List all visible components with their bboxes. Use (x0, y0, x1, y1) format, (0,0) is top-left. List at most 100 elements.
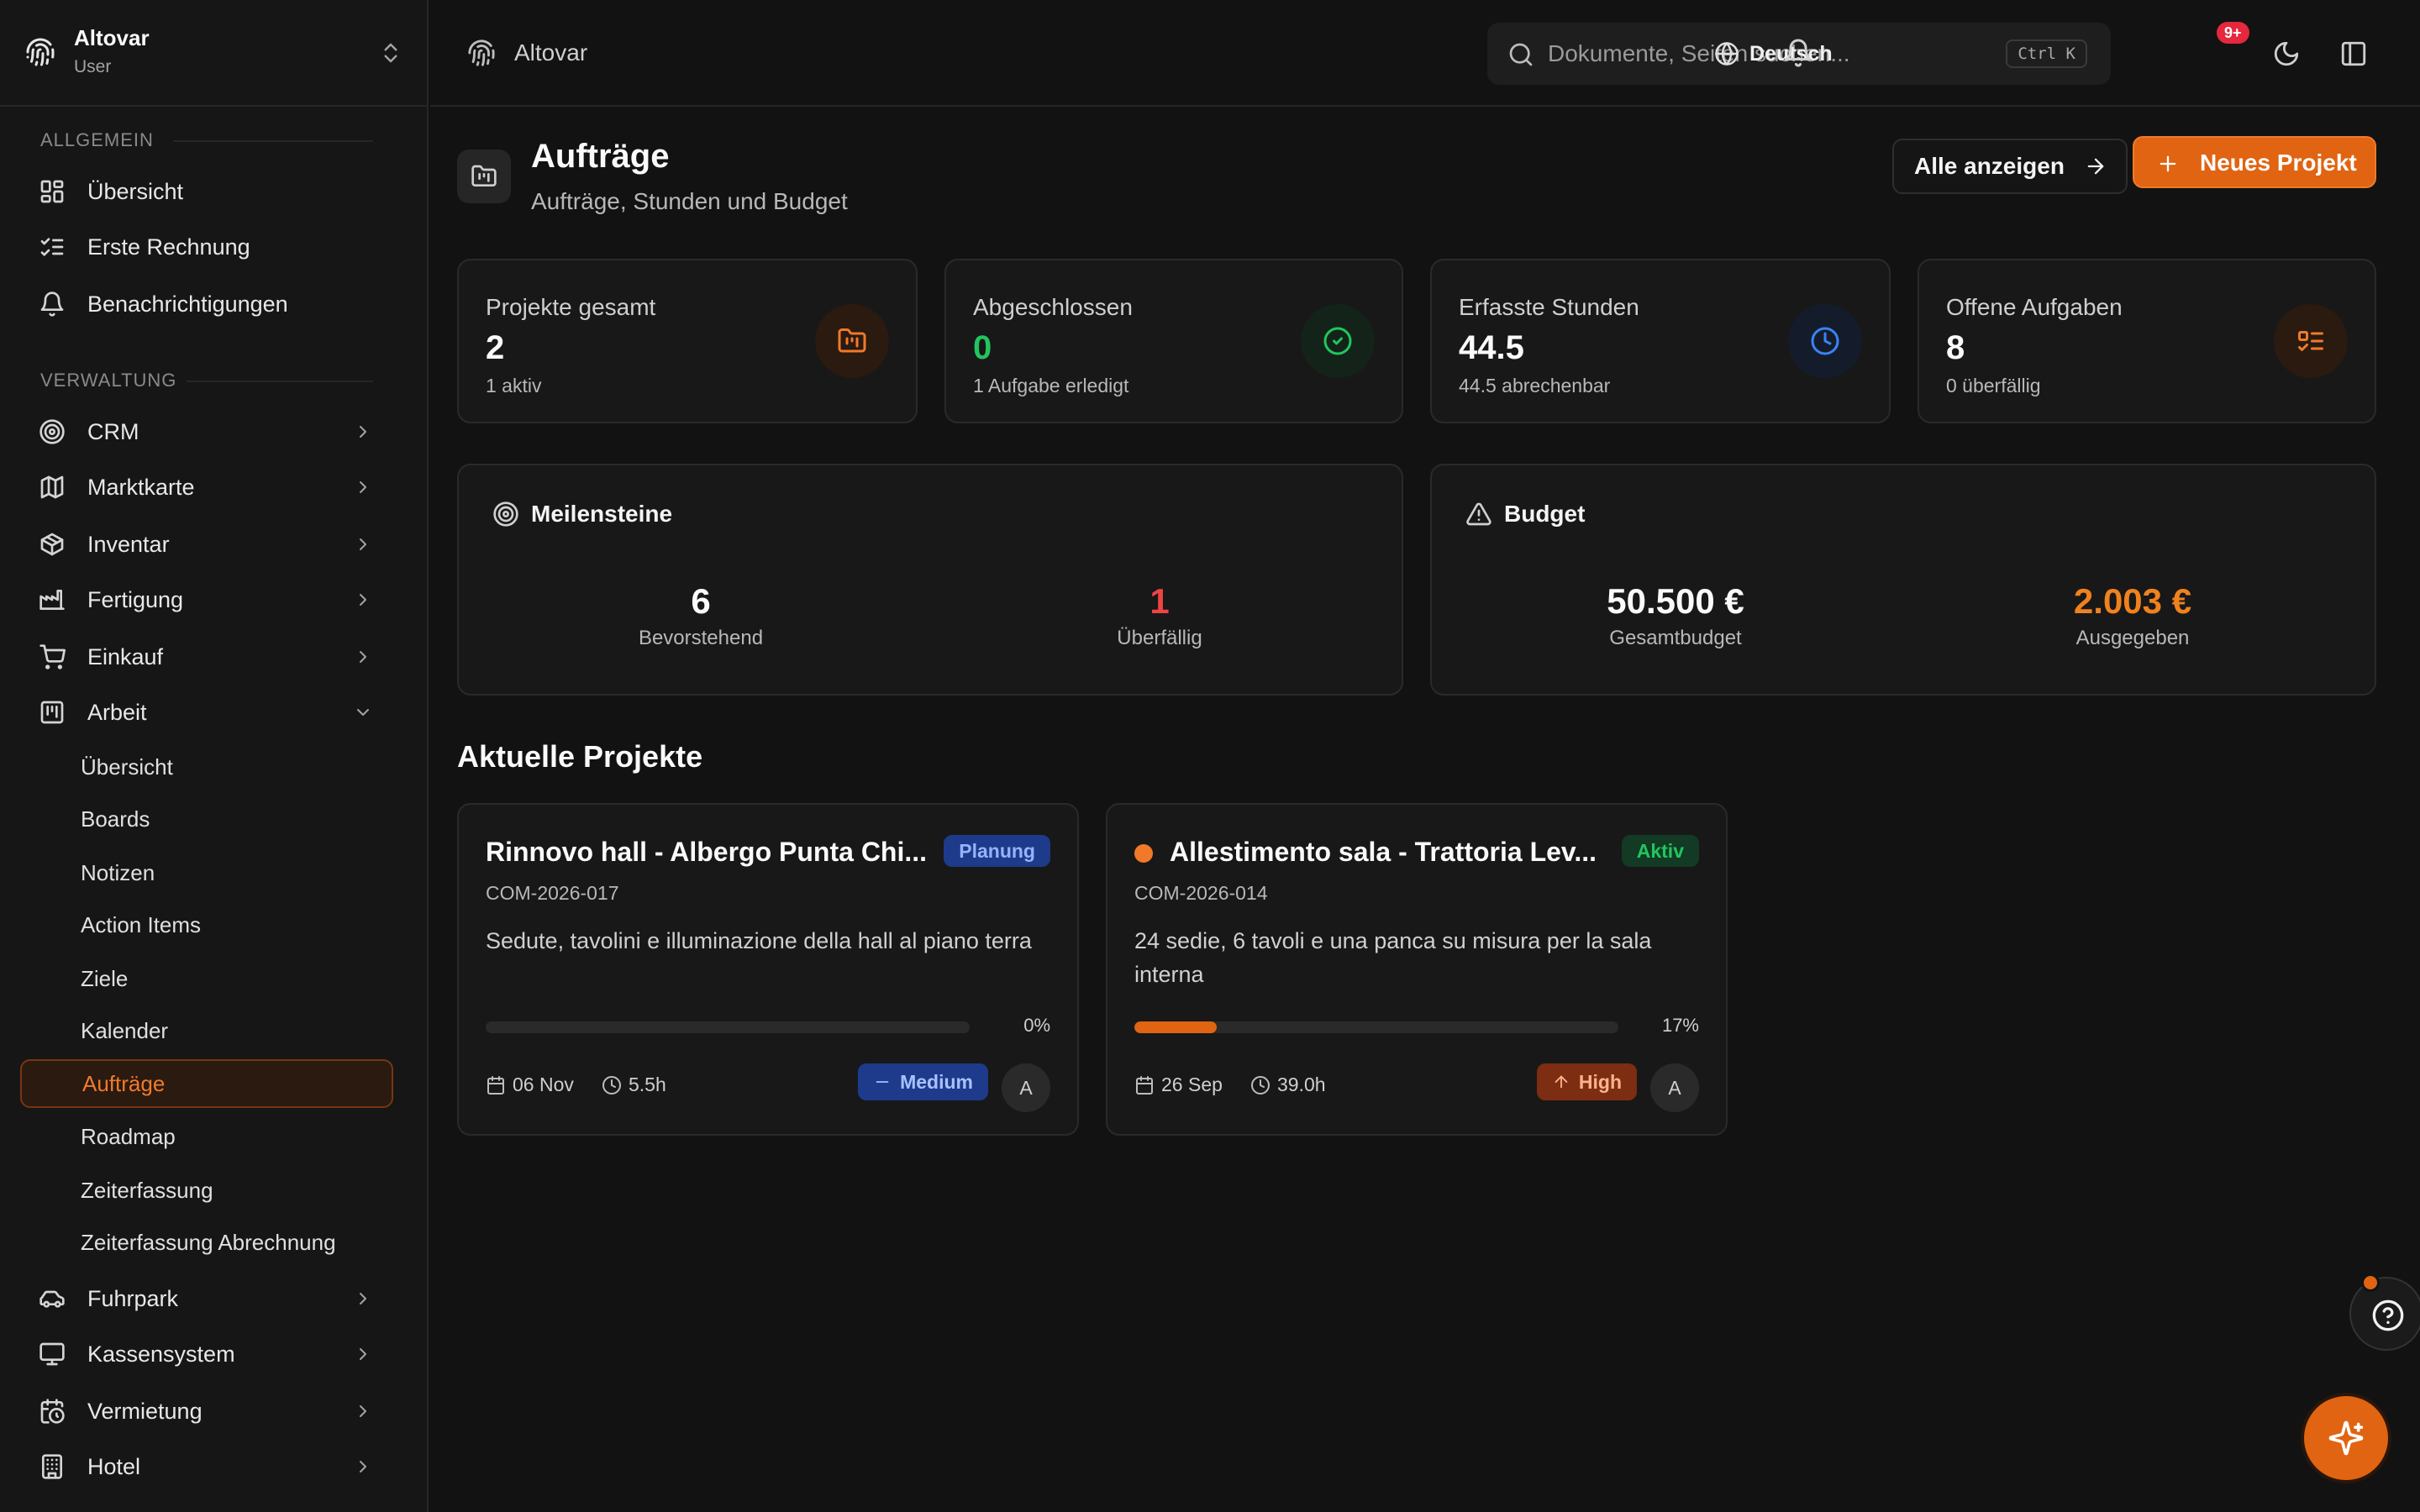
sidebar-subitem-overview[interactable]: Übersicht (20, 743, 393, 791)
arrow-up-icon (1555, 1075, 1568, 1089)
project-code: COM-2026-014 (1134, 882, 1268, 904)
new-project-button[interactable]: Neues Projekt (2133, 136, 2376, 188)
chevron-right-icon (360, 651, 366, 663)
sidebar-subitem-calendar[interactable]: Kalender (20, 1006, 393, 1055)
sidebar-item-first-invoice[interactable]: Erste Rechnung (20, 223, 393, 270)
sidebar-item-label: Arbeit (87, 699, 147, 725)
factory-icon (39, 590, 65, 610)
priority-label: Medium (900, 1070, 973, 1093)
clock-icon (1251, 1075, 1270, 1095)
moon-icon[interactable] (2272, 39, 2301, 68)
chevron-right-icon (360, 481, 366, 493)
kanban-icon (40, 701, 64, 724)
stat-icon-badge (1301, 304, 1375, 378)
sidebar-item-rental[interactable]: Vermietung (20, 1388, 393, 1435)
sidebar-item-pos[interactable]: Kassensystem (20, 1331, 393, 1378)
section-label-admin: VERWALTUNG (40, 370, 177, 391)
notifications-bell-icon[interactable] (1783, 38, 1813, 68)
bell-icon (40, 291, 64, 317)
sidebar-subitem-time-tracking[interactable]: Zeiterfassung (20, 1166, 393, 1215)
project-date-text: 06 Nov (513, 1074, 574, 1095)
sidebar-item-fleet[interactable]: Fuhrpark (20, 1275, 393, 1322)
cart-icon (39, 644, 66, 669)
milestones-upcoming-value: 6 (691, 581, 711, 621)
sidebar-item-crm[interactable]: CRM (20, 408, 393, 455)
section-label-general: ALLGEMEIN (40, 129, 154, 150)
stat-title: Abgeschlossen (973, 294, 1133, 320)
project-date: 06 Nov (486, 1074, 574, 1096)
budget-total-value: 50.500 € (1607, 581, 1744, 621)
arrow-right-icon (2087, 158, 2104, 175)
stat-value: 0 (973, 329, 992, 366)
stat-icon-badge (815, 304, 889, 378)
status-dot (1134, 844, 1153, 863)
sparkles-icon (2328, 1420, 2364, 1456)
stat-title: Erfasste Stunden (1459, 294, 1639, 320)
chevron-down-icon (357, 709, 369, 716)
breadcrumb[interactable]: Altovar (514, 39, 587, 66)
panel-toggle-icon[interactable] (2339, 39, 2368, 68)
sidebar-item-inventory[interactable]: Inventar (20, 521, 393, 568)
sidebar-subitem-label: Übersicht (81, 753, 173, 780)
map-icon (40, 475, 64, 499)
chevron-right-icon (360, 538, 366, 550)
sidebar-subitem-label: Zeiterfassung (81, 1177, 213, 1203)
project-hours: 39.0h (1250, 1074, 1326, 1096)
sidebar-subitem-boards[interactable]: Boards (20, 795, 393, 843)
progress-percent: 0% (1023, 1015, 1050, 1036)
budget-spent-label: Ausgegeben (2075, 627, 2190, 649)
status-badge: Aktiv (1621, 835, 1699, 867)
stat-icon-badge (1788, 304, 1862, 378)
project-card[interactable]: Allestimento sala - Trattoria Lev... Akt… (1106, 803, 1728, 1136)
sidebar-item-hotel[interactable]: Hotel (20, 1443, 393, 1490)
budget-header: Budget (1465, 501, 1585, 528)
help-button[interactable] (2349, 1277, 2420, 1351)
avatar[interactable]: A (1002, 1063, 1050, 1112)
sidebar-item-label: CRM (87, 418, 139, 444)
status-badge: Planung (944, 835, 1050, 867)
stat-value: 44.5 (1459, 329, 1524, 366)
sidebar-item-notifications[interactable]: Benachrichtigungen (20, 281, 393, 328)
new-project-label: Neues Projekt (2200, 150, 2357, 176)
avatar[interactable]: A (1650, 1063, 1699, 1112)
sidebar-subitem-notes[interactable]: Notizen (20, 848, 393, 897)
project-card[interactable]: Rinnovo hall - Albergo Punta Chi... Plan… (457, 803, 1079, 1136)
fingerprint-icon (26, 38, 55, 66)
sidebar-subitem-label: Zeiterfassung Abrechnung (81, 1229, 336, 1255)
monitor-icon (39, 1342, 65, 1366)
checklist-icon (40, 238, 64, 256)
sidebar-subitem-action-items[interactable]: Action Items (20, 900, 393, 949)
sidebar-item-overview[interactable]: Übersicht (20, 168, 393, 215)
sidebar-item-work[interactable]: Arbeit (20, 689, 393, 736)
sidebar-subitem-time-billing[interactable]: Zeiterfassung Abrechnung (20, 1218, 393, 1267)
sidebar-subitem-label: Kalender (81, 1017, 169, 1043)
fingerprint-icon (468, 39, 495, 66)
target-icon (493, 501, 518, 527)
sidebar-subitem-roadmap[interactable]: Roadmap (20, 1112, 393, 1161)
sidebar-subitem-label: Boards (81, 806, 150, 832)
box-icon (40, 533, 64, 556)
sidebar-item-manufacturing[interactable]: Fertigung (20, 576, 393, 623)
ai-assistant-button[interactable] (2304, 1396, 2388, 1480)
chevron-right-icon (360, 1348, 366, 1360)
project-description: 24 sedie, 6 tavoli e una panca su misura… (1134, 928, 1652, 987)
project-hours: 5.5h (602, 1074, 666, 1096)
language-switcher[interactable]: Deutsch (1714, 37, 1833, 71)
milestones-overdue: 1 Überfällig (1034, 581, 1286, 650)
sidebar-item-purchasing[interactable]: Einkauf (20, 633, 393, 680)
plus-icon (2160, 155, 2176, 172)
stat-subtext: 44.5 abrechenbar (1459, 375, 1611, 396)
sidebar-item-label: Vermietung (87, 1398, 203, 1424)
sidebar-item-label: Erste Rechnung (87, 234, 250, 260)
sidebar-subitem-orders[interactable]: Aufträge (20, 1059, 393, 1108)
budget-spent-value: 2.003 € (2073, 581, 2192, 621)
sidebar-item-label: Hotel (87, 1453, 141, 1479)
sidebar-item-market-map[interactable]: Marktkarte (20, 464, 393, 511)
show-all-button[interactable]: Alle anzeigen (1892, 139, 2128, 194)
search-shortcut: Ctrl K (2006, 39, 2087, 68)
org-switcher[interactable]: Altovar User (0, 0, 427, 107)
sidebar-subitem-goals[interactable]: Ziele (20, 954, 393, 1003)
sidebar-item-label: Kassensystem (87, 1341, 235, 1367)
project-code: COM-2026-017 (486, 882, 619, 904)
folder-kanban-icon (471, 165, 497, 186)
